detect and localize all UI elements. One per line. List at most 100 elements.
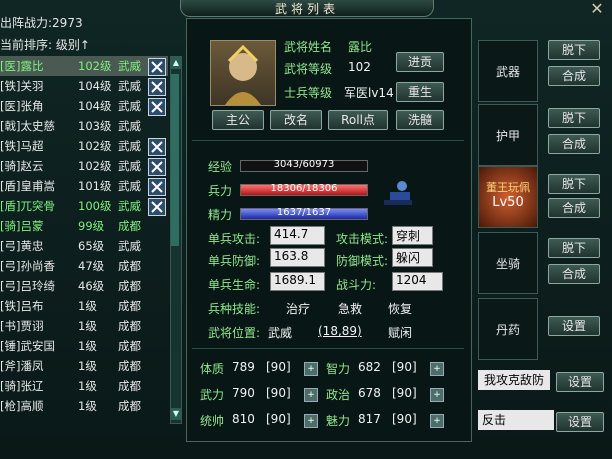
plus-icon[interactable]: + [304,414,318,428]
general-name: [骑]张辽 [0,379,44,393]
crossed-swords-icon[interactable] [148,198,166,216]
lord-button[interactable]: 主公 [212,110,264,130]
general-portrait [210,40,276,106]
crossed-swords-icon[interactable] [148,58,166,76]
plus-icon[interactable]: + [304,362,318,376]
crossed-swords-icon[interactable] [148,178,166,196]
plus-icon[interactable]: + [430,362,444,376]
general-row[interactable]: [斧]潘凤 1级 成都 [0,356,168,376]
general-name: [铁]关羽 [0,79,44,93]
life-label: 单兵生命: [208,278,261,292]
general-row[interactable]: [锤]武安国 1级 成都 [0,336,168,356]
general-row[interactable]: [书]贾诩 1级 成都 [0,316,168,336]
attr-l2: 政治 [326,388,351,402]
advance-button[interactable]: 进贡 [396,52,444,72]
mount-unequip-button[interactable]: 脱下 [548,238,600,258]
general-pos: 成都 [118,259,141,273]
general-pos: 成都 [118,359,141,373]
general-row[interactable]: [医]露比 102级 武威 [0,56,168,76]
hp-label: 兵力 [208,184,233,198]
scroll-up-arrow[interactable]: ▲ [171,57,181,69]
general-level: 102级 [78,159,112,173]
general-pos: 武威 [118,179,141,193]
weapon-label: 武器 [495,65,520,79]
plus-icon[interactable]: + [430,388,444,402]
general-row[interactable]: [盾]皇甫嵩 101级 武威 [0,176,168,196]
general-level: 65级 [78,239,105,253]
armor-slot[interactable]: 护甲 [478,104,538,166]
general-row[interactable]: [铁]马超 102级 武威 [0,136,168,156]
scroll-down-arrow[interactable]: ▼ [171,408,181,420]
general-name: [弓]孙尚香 [0,259,55,273]
weapon-combine-button[interactable]: 合成 [548,66,600,86]
close-button[interactable]: ✕ [586,0,608,18]
accessory-unequip-button[interactable]: 脱下 [548,174,600,194]
general-level: 1级 [78,379,97,393]
plus-icon[interactable]: + [430,414,444,428]
general-row[interactable]: [骑]赵云 102级 武威 [0,156,168,176]
crossed-swords-icon[interactable] [148,78,166,96]
general-row[interactable]: [铁]关羽 104级 武威 [0,76,168,96]
soldier-sprite-icon [378,178,414,212]
general-level: 1级 [78,359,97,373]
weapon-slot[interactable]: 武器 [478,40,538,102]
attr-b2: [90] [392,360,417,374]
general-row[interactable]: [医]张角 104级 武威 [0,96,168,116]
rebirth-button[interactable]: 重生 [396,82,444,102]
def-value: 163.8 [270,248,325,267]
armor-unequip-button[interactable]: 脱下 [548,108,600,128]
general-level: 47级 [78,259,105,273]
attr-b1: [90] [266,412,291,426]
general-level: 1级 [78,319,97,333]
rename-button[interactable]: 改名 [270,110,322,130]
skill-1[interactable]: 治疗 [286,300,310,317]
general-pos: 成都 [118,219,141,233]
portrait-icon [225,44,261,105]
accessory-combine-button[interactable]: 合成 [548,198,600,218]
general-level: 1级 [78,299,97,313]
general-row[interactable]: [枪]高顺 1级 成都 [0,396,168,416]
general-row[interactable]: [弓]孙尚香 47级 成都 [0,256,168,276]
window-title: 武将列表 [274,1,339,16]
general-level: 100级 [78,199,112,213]
scroll-thumb[interactable] [171,74,179,246]
wash-button[interactable]: 洗髓 [396,110,444,130]
mount-combine-button[interactable]: 合成 [548,264,600,284]
general-row[interactable]: [骑]吕蒙 99级 成都 [0,216,168,236]
strategy-setting-button-1[interactable]: 设置 [556,372,604,392]
general-row[interactable]: [铁]吕布 1级 成都 [0,296,168,316]
general-level: 103级 [78,119,112,133]
armor-combine-button[interactable]: 合成 [548,134,600,154]
atk-mode-label: 攻击模式: [336,232,389,246]
general-pos: 成都 [118,379,141,393]
soldier-value: 军医lv14 [344,86,394,100]
location-action: 赋闲 [388,326,413,340]
accessory-slot[interactable]: 董王玩佩 Lv50 [478,166,538,228]
medicine-slot[interactable]: 丹药 [478,298,538,360]
general-row[interactable]: [弓]黄忠 65级 武威 [0,236,168,256]
skill-2[interactable]: 急救 [338,300,362,317]
roll-button[interactable]: Roll点 [328,110,388,130]
general-row[interactable]: [弓]吕玲绮 46级 成都 [0,276,168,296]
weapon-unequip-button[interactable]: 脱下 [548,40,600,60]
general-row[interactable]: [盾]兀突骨 100级 武威 [0,196,168,216]
crossed-swords-icon[interactable] [148,98,166,116]
sort-order[interactable]: 当前排序: 级别↑ [0,36,90,53]
general-name: [戟]太史慈 [0,119,55,133]
mount-slot[interactable]: 坐骑 [478,232,538,294]
crossed-swords-icon[interactable] [148,158,166,176]
def-label: 单兵防御: [208,254,261,268]
strategy-setting-button-2[interactable]: 设置 [556,412,604,432]
medicine-setting-button[interactable]: 设置 [548,316,600,336]
location-coordinate-link[interactable]: (18,89) [318,324,362,338]
general-row[interactable]: [骑]张辽 1级 成都 [0,376,168,396]
general-pos: 武威 [118,119,141,133]
strategy-field-1[interactable]: 我攻克敌防 [478,370,550,390]
skill-3[interactable]: 恢复 [388,300,412,317]
strategy-field-2[interactable]: 反击 [478,410,554,430]
crossed-swords-icon[interactable] [148,138,166,156]
general-row[interactable]: [戟]太史慈 103级 武威 [0,116,168,136]
hp-bar: 18306/18306 [240,183,368,196]
general-level: 102级 [78,139,112,153]
plus-icon[interactable]: + [304,388,318,402]
